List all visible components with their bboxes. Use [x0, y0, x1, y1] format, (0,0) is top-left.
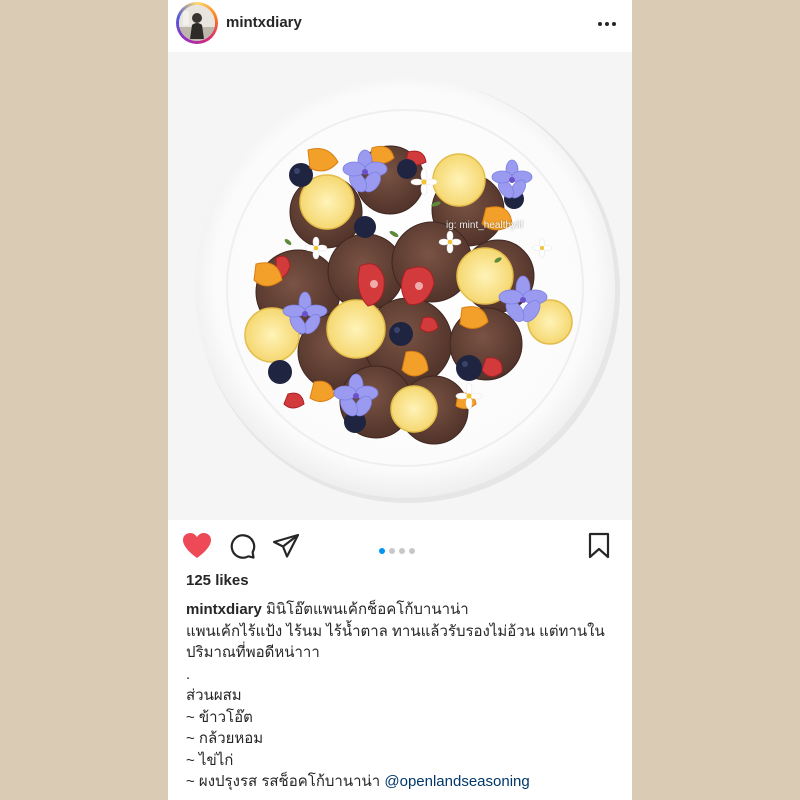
- post-caption: mintxdiary มินิโอ๊ตแพนเค้กช็อคโก้บานาน่า…: [186, 599, 618, 793]
- caption-username[interactable]: mintxdiary: [186, 601, 262, 618]
- post-card: mintxdiary ig: mint_healthylif 125 likes…: [168, 0, 632, 800]
- carousel-indicator: [379, 541, 419, 554]
- likes-count[interactable]: 125 likes: [186, 572, 249, 589]
- caption-line: ปริมาณที่พอดีหน่าาา: [186, 644, 320, 661]
- post-header: mintxdiary: [168, 0, 632, 52]
- post-photo[interactable]: ig: mint_healthylif: [168, 52, 632, 520]
- bookmark-icon[interactable]: [586, 532, 612, 560]
- save-button[interactable]: [586, 532, 616, 560]
- comment-button[interactable]: [228, 532, 258, 560]
- heart-filled-icon[interactable]: [182, 532, 212, 560]
- caption-line: ~ ผงปรุงรส รสช็อคโก้บานาน่า: [186, 773, 385, 790]
- caption-line: ส่วนผสม: [186, 687, 242, 704]
- caption-last-line: ~ ผงปรุงรส รสช็อคโก้บานาน่า @openlandsea…: [186, 771, 618, 793]
- post-actions: [168, 522, 632, 568]
- post-username[interactable]: mintxdiary: [226, 14, 302, 31]
- caption-line: ~ ไข่ไก่: [186, 751, 234, 769]
- avatar[interactable]: [179, 5, 215, 41]
- more-options-icon[interactable]: [596, 14, 618, 34]
- photo-watermark: ig: mint_healthylif: [446, 220, 524, 231]
- carousel-dot: [389, 548, 395, 554]
- caption-first-line: mintxdiary มินิโอ๊ตแพนเค้กช็อคโก้บานาน่า: [186, 599, 618, 621]
- caption-mention-link[interactable]: @openlandseasoning: [384, 773, 529, 790]
- paper-plane-icon[interactable]: [272, 532, 300, 560]
- caption-line: ~ กล้วยหอม: [186, 730, 264, 747]
- comment-icon[interactable]: [228, 532, 256, 560]
- share-button[interactable]: [272, 532, 302, 560]
- caption-title: มินิโอ๊ตแพนเค้กช็อคโก้บานาน่า: [266, 601, 469, 618]
- caption-line: แพนเค้กไร้แป้ง ไร้นม ไร้น้ำตาล ทานแล้วรั…: [186, 622, 605, 640]
- like-button[interactable]: [182, 532, 212, 560]
- story-ring[interactable]: [176, 2, 218, 44]
- carousel-dot: [379, 548, 385, 554]
- caption-line: .: [186, 665, 191, 683]
- carousel-dot: [409, 548, 415, 554]
- caption-line: ~ ข้าวโอ๊ต: [186, 708, 253, 726]
- carousel-dot: [399, 548, 405, 554]
